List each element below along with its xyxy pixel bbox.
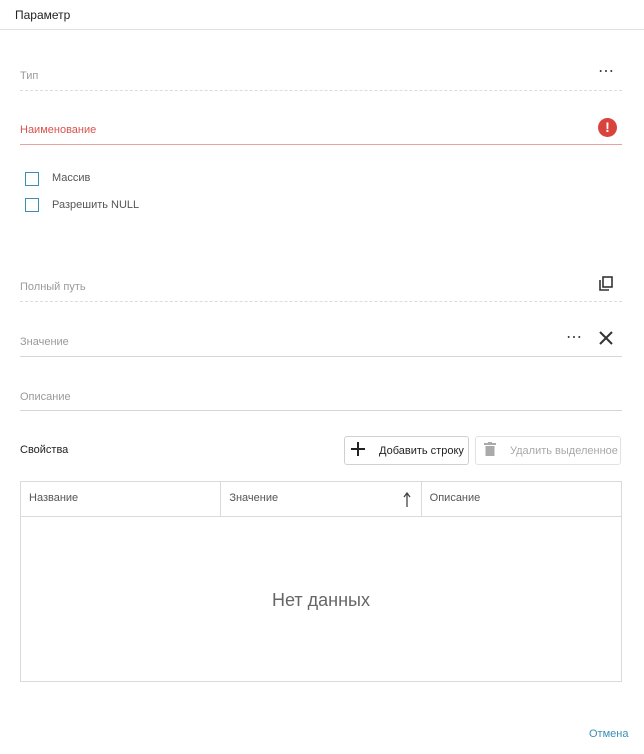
name-field-underline bbox=[20, 144, 622, 145]
value-label[interactable]: Значение bbox=[20, 336, 69, 348]
add-row-button[interactable]: Добавить строку bbox=[344, 436, 469, 465]
more-icon[interactable]: ⋯ bbox=[598, 64, 615, 80]
error-icon: ! bbox=[598, 118, 617, 137]
delete-selected-button[interactable]: Удалить выделенное bbox=[475, 436, 621, 465]
description-label[interactable]: Описание bbox=[20, 391, 71, 403]
empty-state-text: Нет данных bbox=[272, 590, 370, 610]
name-label[interactable]: Наименование bbox=[20, 124, 96, 136]
array-checkbox[interactable] bbox=[25, 172, 39, 186]
type-label: Тип bbox=[20, 70, 39, 82]
delete-selected-label: Удалить выделенное bbox=[510, 444, 618, 457]
column-header-value-label: Значение bbox=[229, 492, 279, 504]
header-divider bbox=[0, 29, 644, 30]
column-header-value[interactable]: Значение bbox=[221, 482, 422, 516]
type-field-underline bbox=[20, 90, 622, 91]
dialog-title: Параметр bbox=[15, 8, 71, 22]
properties-table: Название Значение Описание Нет данных bbox=[20, 481, 622, 682]
add-row-label: Добавить строку bbox=[379, 444, 464, 457]
table-header: Название Значение Описание bbox=[21, 482, 621, 517]
properties-title: Свойства bbox=[20, 444, 69, 456]
plus-icon bbox=[351, 442, 371, 459]
value-more-icon[interactable]: ⋯ bbox=[566, 330, 583, 346]
value-underline bbox=[20, 356, 622, 357]
allow-null-checkbox[interactable] bbox=[25, 198, 39, 212]
close-icon[interactable] bbox=[598, 330, 614, 351]
trash-icon bbox=[484, 442, 500, 459]
description-underline bbox=[20, 410, 622, 411]
full-path-underline bbox=[20, 301, 622, 302]
column-header-description[interactable]: Описание bbox=[422, 482, 621, 516]
sort-arrow-icon bbox=[403, 489, 411, 522]
column-header-name[interactable]: Название bbox=[21, 482, 222, 516]
array-checkbox-label: Массив bbox=[52, 172, 91, 184]
copy-icon[interactable] bbox=[598, 276, 614, 297]
cancel-button[interactable]: Отмена bbox=[589, 728, 628, 740]
full-path-label: Полный путь bbox=[20, 281, 86, 293]
allow-null-checkbox-label: Разрешить NULL bbox=[52, 199, 140, 211]
